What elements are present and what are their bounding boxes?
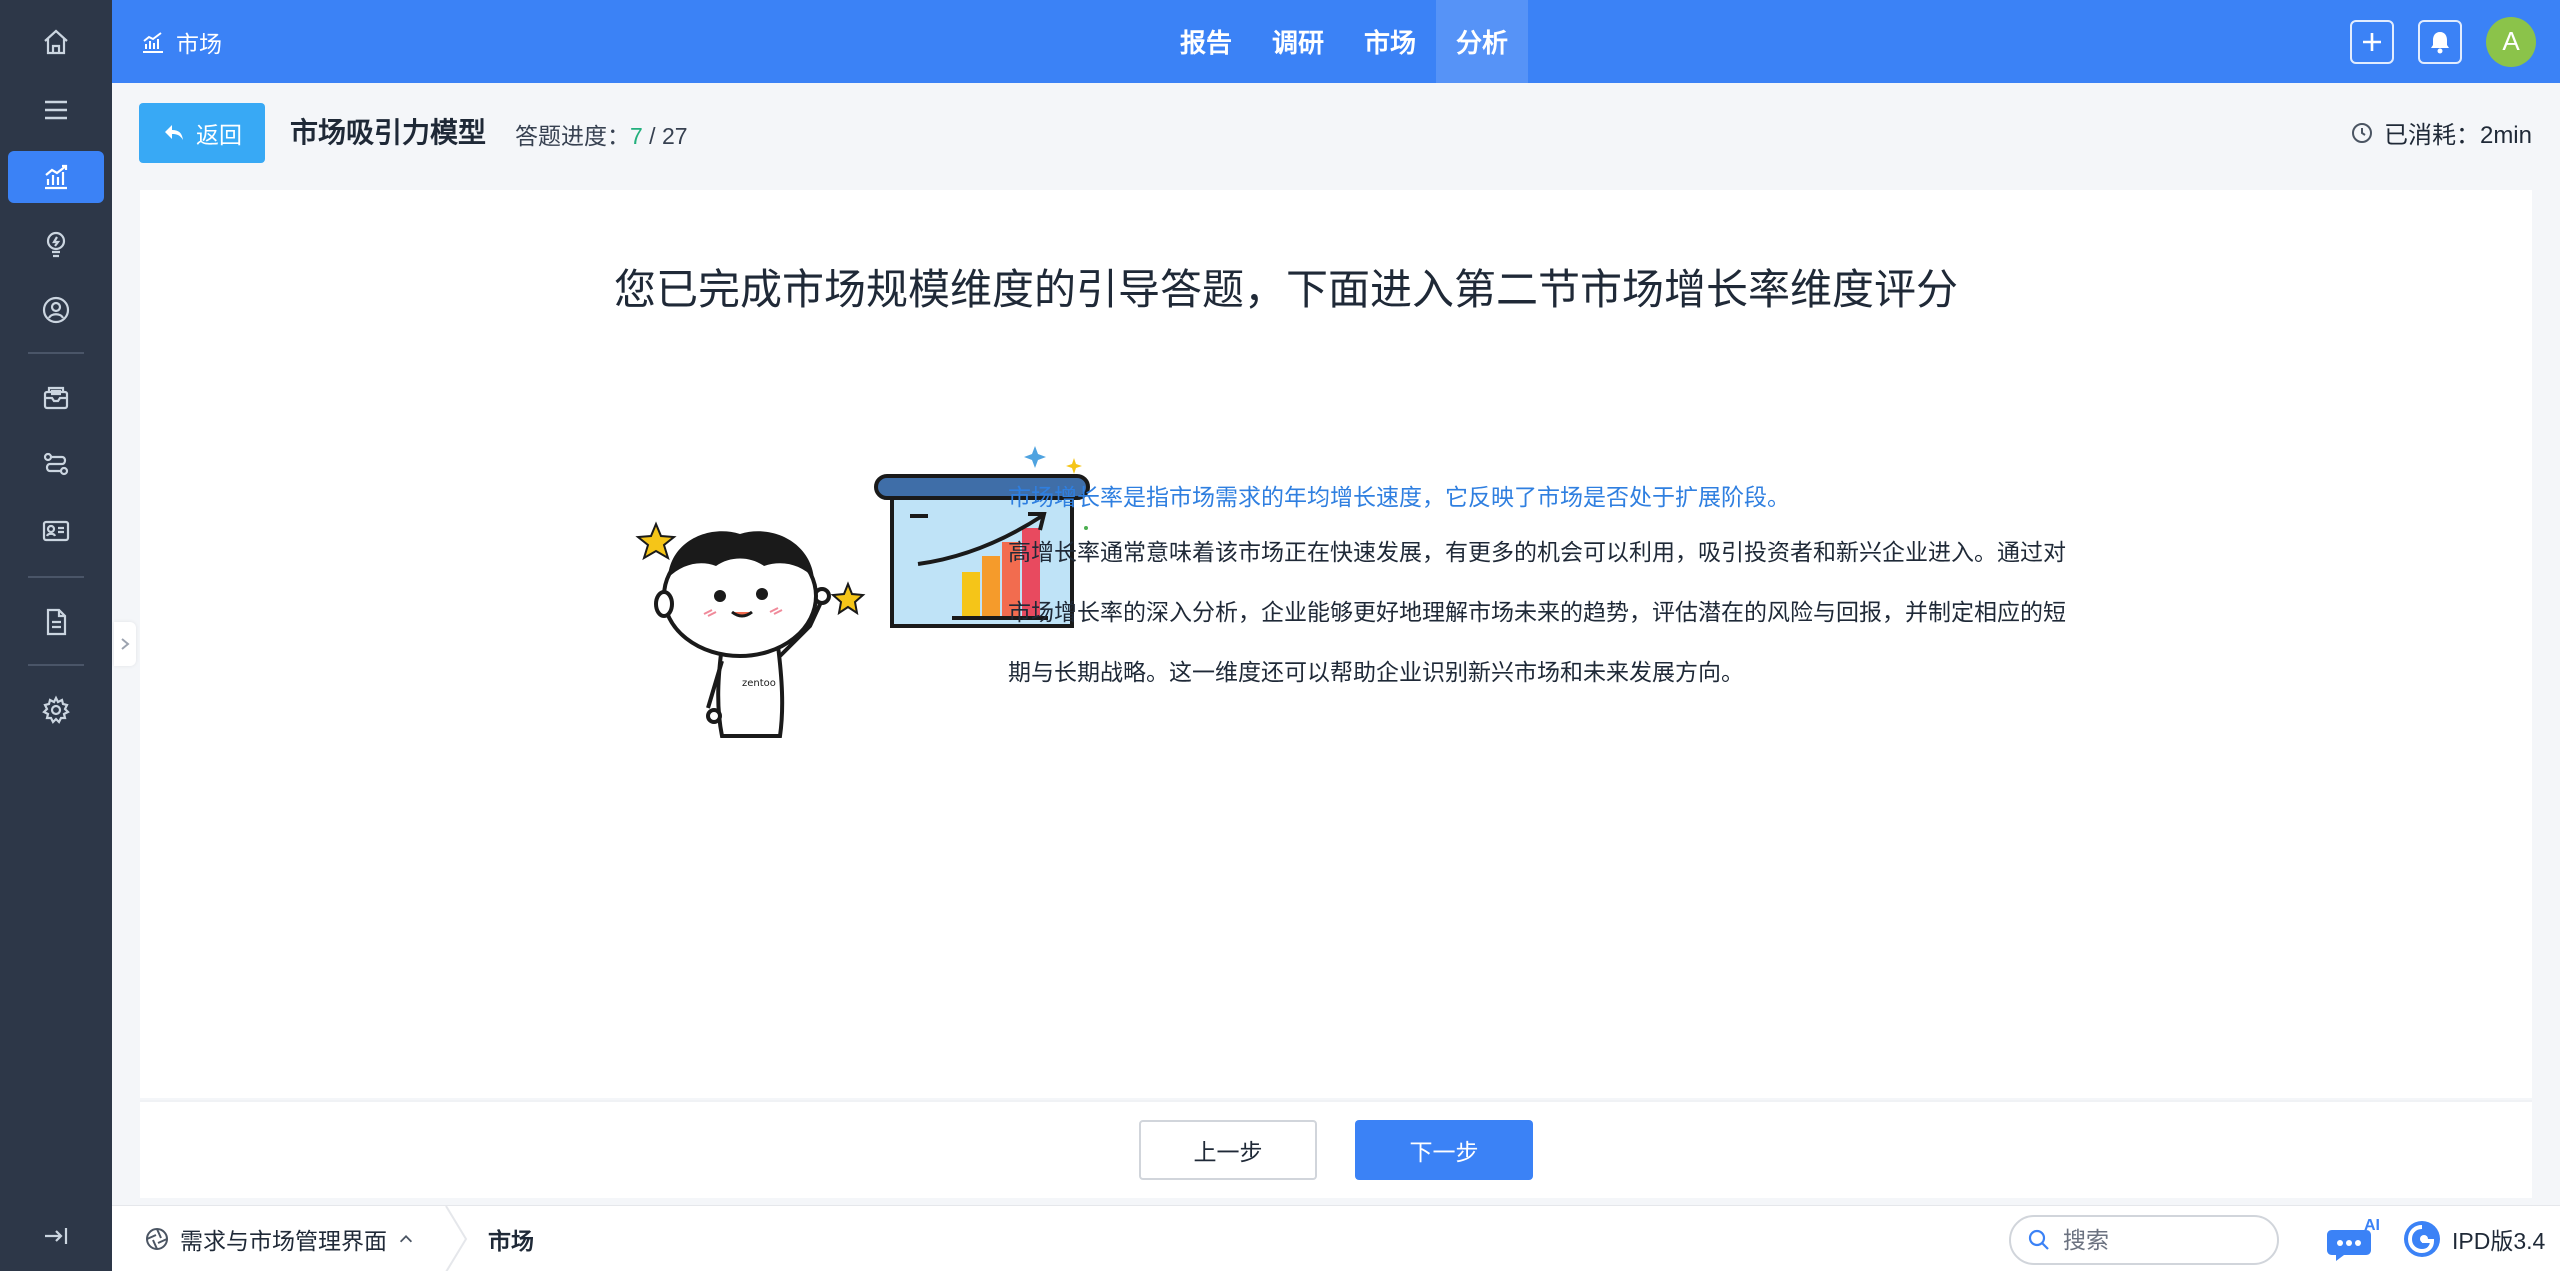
search-icon [2028, 1229, 2049, 1250]
next-step-button[interactable]: 下一步 [1355, 1120, 1533, 1180]
progress-current: 7 [630, 123, 643, 149]
back-button[interactable]: 返回 [139, 103, 265, 163]
chevron-up-icon [399, 1235, 413, 1243]
sidebar [0, 0, 112, 1271]
chart-icon[interactable] [8, 151, 104, 203]
trend-icon [143, 31, 163, 53]
answer-progress: 答题进度：7 / 27 [515, 117, 688, 151]
user-icon[interactable] [8, 284, 104, 336]
breadcrumb-current[interactable]: 市场 [488, 1206, 534, 1271]
clock-icon [2351, 122, 2372, 143]
search-box[interactable] [2009, 1215, 2279, 1265]
nav-report[interactable]: 报告 [1160, 0, 1252, 83]
breadcrumb-separator [445, 1206, 468, 1271]
content-panel: 您已完成市场规模维度的引导答题，下面进入第二节市场增长率维度评分 zentoo [140, 190, 2532, 1098]
ai-badge: AI [2364, 1217, 2380, 1234]
idea-icon[interactable] [8, 218, 104, 270]
notification-button[interactable] [2418, 19, 2462, 64]
system-label: 需求与市场管理界面 [180, 1228, 387, 1254]
version-label: IPD版3.4 [2452, 1228, 2546, 1254]
ai-assistant-icon[interactable]: AI [2326, 1216, 2386, 1262]
section-headline: 您已完成市场规模维度的引导答题，下面进入第二节市场增长率维度评分 [613, 266, 1958, 313]
description-body: 高增长率通常意味着该市场正在快速发展，有更多的机会可以利用，吸引投资者和新兴企业… [1008, 539, 2066, 685]
add-button[interactable] [2350, 19, 2394, 64]
top-nav: 报告 调研 市场 分析 [1160, 0, 1529, 83]
version-info: IPD版3.4 [2402, 1206, 2545, 1271]
brand[interactable]: 市场 [140, 0, 222, 83]
chevron-right-icon [121, 638, 130, 650]
aperture-icon [146, 1228, 168, 1250]
step-footer: 上一步 下一步 [140, 1102, 2532, 1198]
home-icon[interactable] [8, 16, 104, 68]
page-title: 市场吸引力模型 [290, 117, 487, 148]
nav-analysis[interactable]: 分析 [1436, 0, 1529, 83]
shirt-text: zentoo [742, 678, 776, 689]
settings-icon[interactable] [8, 684, 104, 736]
document-icon[interactable] [8, 596, 104, 648]
collapse-handle[interactable] [114, 622, 136, 666]
expand-sidebar-icon[interactable] [40, 1220, 72, 1252]
elapsed-time: 已消耗：2min [2350, 115, 2532, 150]
description: 市场增长率是指市场需求的年均增长速度，它反映了市场是否处于扩展阶段。 高增长率通… [1008, 480, 2068, 702]
brand-label: 市场 [176, 30, 222, 57]
return-icon [165, 125, 183, 140]
back-label: 返回 [196, 122, 242, 148]
id-card-icon[interactable] [8, 505, 104, 557]
progress-separator: / [642, 123, 662, 149]
top-navbar: 市场 报告 调研 市场 分析 A [112, 0, 2560, 83]
progress-label: 答题进度： [515, 123, 630, 149]
elapsed-label: 已消耗：2min [2383, 122, 2532, 149]
prev-step-button[interactable]: 上一步 [1139, 1120, 1317, 1180]
menu-icon[interactable] [8, 84, 104, 136]
progress-total: 27 [661, 123, 688, 149]
system-switcher[interactable]: 需求与市场管理界面 [144, 1206, 415, 1271]
sub-header: 返回 市场吸引力模型 答题进度：7 / 27 已消耗：2min [112, 83, 2560, 183]
route-icon[interactable] [8, 438, 104, 490]
mail-icon[interactable] [8, 372, 104, 424]
avatar[interactable]: A [2486, 16, 2536, 67]
nav-market[interactable]: 市场 [1344, 0, 1436, 83]
bell-icon [2431, 31, 2449, 53]
nav-research[interactable]: 调研 [1252, 0, 1344, 83]
search-input[interactable] [2063, 1226, 2263, 1254]
plus-icon [2363, 32, 2381, 51]
description-lead: 市场增长率是指市场需求的年均增长速度，它反映了市场是否处于扩展阶段。 [1008, 484, 1790, 510]
status-bar: 需求与市场管理界面 市场 AI IPD版3.4 [112, 1205, 2560, 1271]
logo-icon [2404, 1221, 2440, 1257]
